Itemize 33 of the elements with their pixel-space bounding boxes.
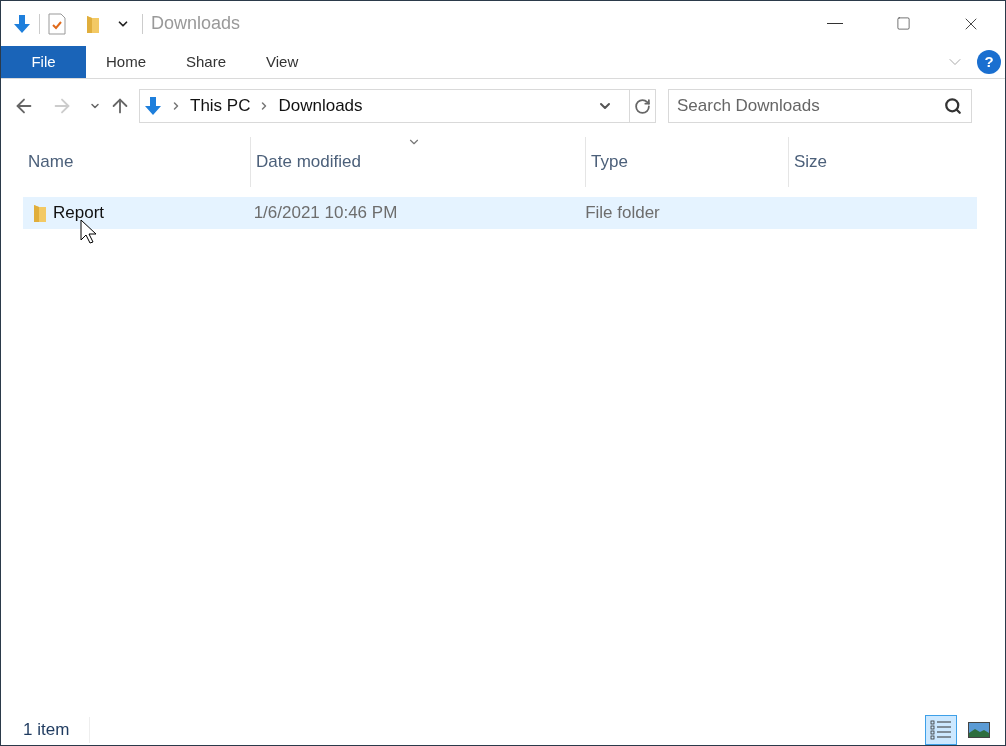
column-header[interactable]: Date modified <box>256 149 361 175</box>
breadcrumb[interactable]: This PC <box>190 93 251 119</box>
download-arrow-icon <box>144 96 162 116</box>
details-list-icon <box>930 720 952 740</box>
address-bar[interactable]: This PC Downloads <box>139 89 656 123</box>
minimize-icon <box>827 23 843 24</box>
maximize-icon <box>895 16 911 31</box>
ribbon-tab[interactable]: File <box>1 46 86 78</box>
column-header[interactable]: Size <box>794 149 828 175</box>
properties-icon[interactable] <box>48 12 66 35</box>
breadcrumb[interactable]: Downloads <box>278 93 363 119</box>
quick-access-download-button[interactable] <box>13 13 31 34</box>
search-icon <box>944 97 962 115</box>
ribbon-tab[interactable]: Share <box>166 46 247 78</box>
new-folder-icon <box>86 13 100 34</box>
file-row[interactable]: Report 1/6/2021 10:46 PM File folder <box>23 197 977 229</box>
download-arrow-icon <box>13 13 31 34</box>
table-cell-text: Report <box>53 202 105 225</box>
ribbon-tab[interactable]: Home <box>86 46 166 78</box>
folder-icon <box>33 203 47 223</box>
refresh-icon[interactable] <box>634 97 651 115</box>
column-header[interactable]: Type <box>591 149 628 175</box>
column-header[interactable]: Name <box>28 149 74 175</box>
details-view-button[interactable] <box>925 715 957 745</box>
ribbon-tab[interactable]: View <box>246 46 319 78</box>
landscape-thumbnail-icon <box>968 722 990 738</box>
help-button[interactable]: ? <box>977 50 1001 74</box>
mouse-cursor-icon <box>80 219 98 245</box>
table-cell-text: 1/6/2021 10:46 PM <box>253 202 398 225</box>
search-field[interactable]: Search Downloads <box>668 89 972 123</box>
window-title: Downloads <box>151 12 241 35</box>
table-cell-text: File folder <box>585 202 660 225</box>
item-count: 1 item <box>23 717 91 743</box>
